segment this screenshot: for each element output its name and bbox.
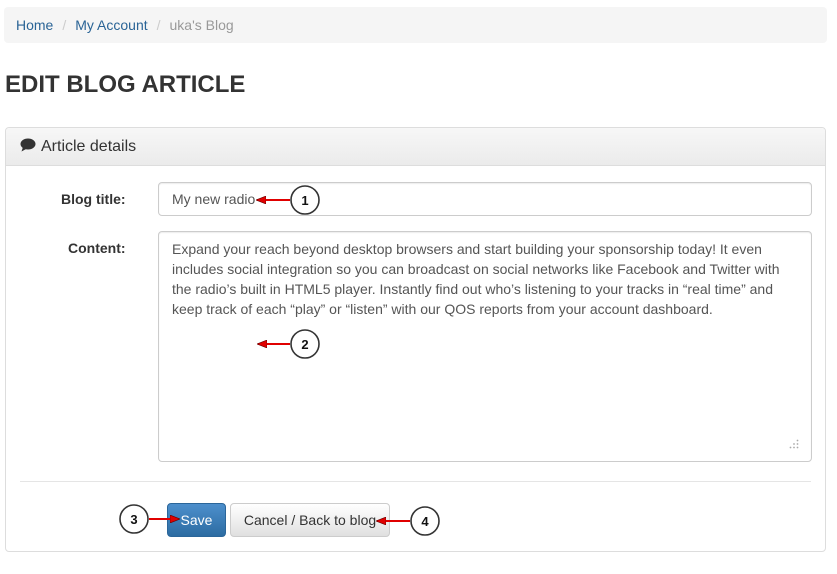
panel-heading: Article details: [6, 128, 825, 166]
content-textarea[interactable]: Expand your reach beyond desktop browser…: [158, 231, 812, 462]
resize-grip-icon[interactable]: [789, 434, 799, 454]
breadcrumb-home-link[interactable]: Home: [16, 17, 53, 33]
breadcrumb-my-account-link[interactable]: My Account: [75, 17, 147, 33]
blog-title-input[interactable]: My new radio: [158, 182, 812, 216]
breadcrumb-separator: /: [62, 17, 67, 33]
article-details-panel: Article details Blog title: My new radio…: [5, 127, 826, 552]
panel-heading-title: Article details: [41, 137, 137, 155]
form-divider: [20, 481, 811, 482]
content-text: Expand your reach beyond desktop browser…: [172, 241, 780, 317]
comment-icon: [20, 138, 36, 157]
cancel-back-to-blog-button[interactable]: Cancel / Back to blog: [230, 503, 390, 537]
page-title: EDIT BLOG ARTICLE: [5, 71, 246, 98]
breadcrumb-current: uka's Blog: [169, 17, 234, 33]
save-button[interactable]: Save: [167, 503, 226, 537]
breadcrumb-separator: /: [156, 17, 161, 33]
content-label: Content:: [68, 240, 126, 256]
blog-title-label: Blog title:: [61, 191, 126, 207]
breadcrumb: Home / My Account / uka's Blog: [4, 7, 827, 43]
